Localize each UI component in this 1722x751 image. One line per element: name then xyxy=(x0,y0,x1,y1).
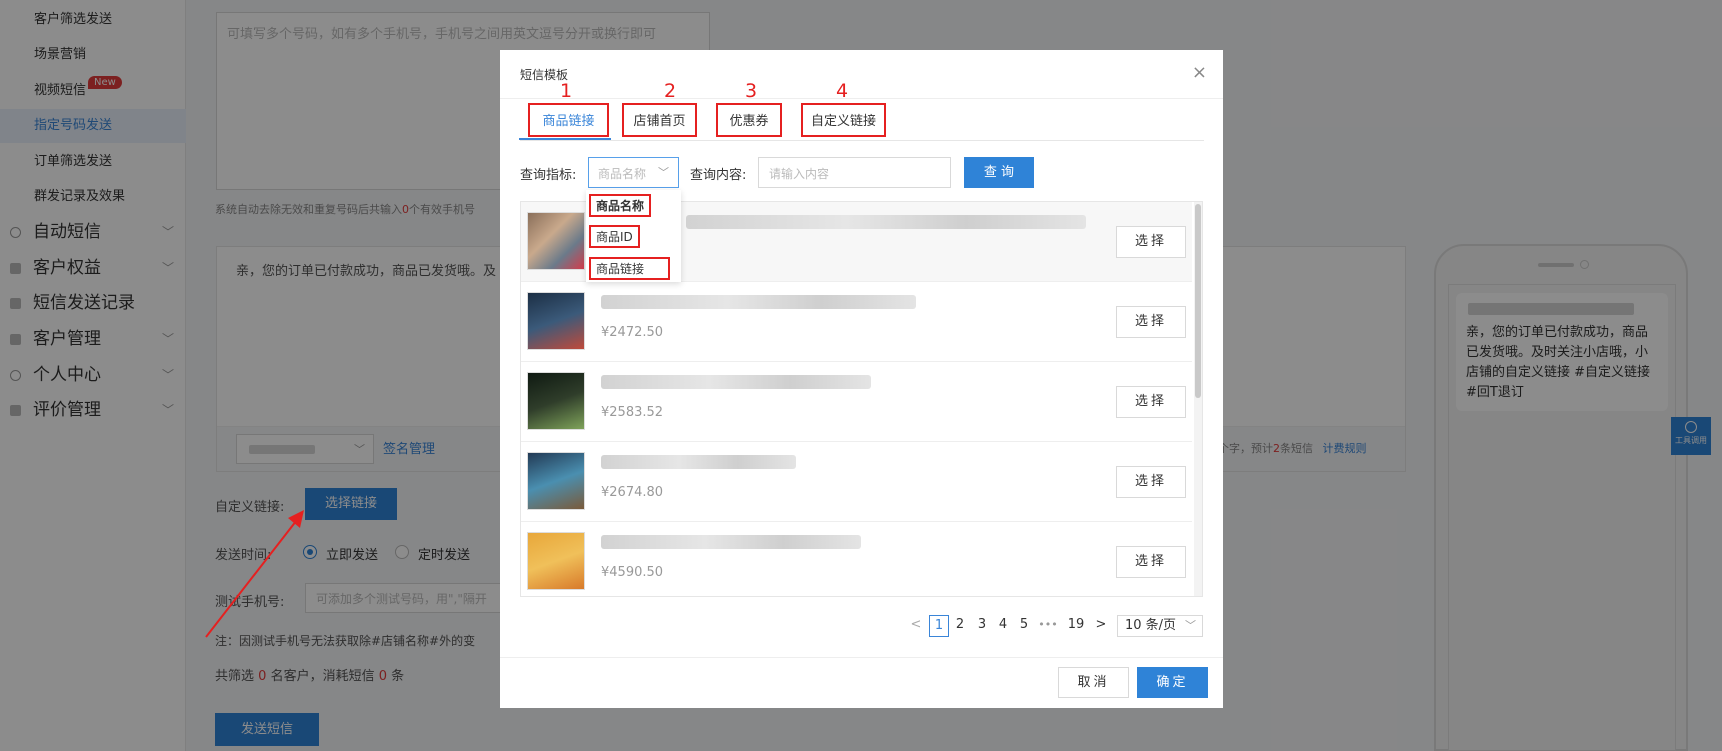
annotation-number: 3 xyxy=(745,80,758,102)
page-ellipsis[interactable]: ••• xyxy=(1036,615,1060,637)
prev-page-icon[interactable]: < xyxy=(910,615,922,637)
next-page-icon[interactable]: > xyxy=(1095,615,1107,637)
annotation-number: 4 xyxy=(836,80,849,102)
select-button[interactable]: 选择 xyxy=(1116,306,1186,338)
select-button[interactable]: 选择 xyxy=(1116,386,1186,418)
query-content-label: 查询内容: xyxy=(690,168,747,183)
blurred-product-name xyxy=(601,295,916,309)
scrollbar-thumb[interactable] xyxy=(1195,204,1201,398)
tab-coupon[interactable]: 优惠券 xyxy=(716,103,782,137)
product-thumbnail xyxy=(527,452,585,510)
active-tab-indicator xyxy=(519,138,611,140)
page-19[interactable]: 19 xyxy=(1065,615,1087,637)
tabs-divider xyxy=(520,140,1204,141)
product-thumbnail xyxy=(527,372,585,430)
product-price: ¥4590.50 xyxy=(601,565,664,580)
blurred-product-name xyxy=(601,375,871,389)
list-scrollbar[interactable] xyxy=(1194,202,1202,596)
blurred-product-name xyxy=(601,455,796,469)
tab-custom-link[interactable]: 自定义链接 xyxy=(801,103,886,137)
dropdown-option-product-link[interactable]: 商品链接 xyxy=(589,257,670,280)
list-item: ¥2583.52 选择 xyxy=(521,362,1192,442)
cancel-button[interactable]: 取消 xyxy=(1058,667,1129,698)
sms-template-modal: 短信模板 × 1 2 3 4 商品链接 店铺首页 优惠券 自定义链接 查询指标:… xyxy=(500,50,1223,708)
page-4[interactable]: 4 xyxy=(995,615,1011,637)
list-item: ¥4590.50 选择 xyxy=(521,522,1192,596)
query-label: 查询指标: xyxy=(520,168,577,183)
annotation-number: 2 xyxy=(664,80,677,102)
list-item: ¥2674.80 选择 xyxy=(521,442,1192,522)
blurred-product-name xyxy=(686,215,1086,229)
page-1[interactable]: 1 xyxy=(929,615,949,637)
query-button[interactable]: 查 询 xyxy=(964,157,1034,188)
tab-shop-home[interactable]: 店铺首页 xyxy=(622,103,697,137)
product-thumbnail xyxy=(527,532,585,590)
blurred-product-name xyxy=(601,535,861,549)
divider xyxy=(500,657,1223,658)
product-price: ¥2472.50 xyxy=(601,325,664,340)
tab-product-link[interactable]: 商品链接 xyxy=(528,103,609,137)
query-field-dropdown: 商品名称 商品ID 商品链接 xyxy=(586,190,681,282)
page-5[interactable]: 5 xyxy=(1016,615,1032,637)
select-button[interactable]: 选择 xyxy=(1116,466,1186,498)
product-thumbnail xyxy=(527,292,585,350)
product-price: ¥2674.80 xyxy=(601,485,664,500)
page-size-select[interactable]: 10 条/页 ﹀ xyxy=(1117,615,1203,637)
page-2[interactable]: 2 xyxy=(952,615,968,637)
annotation-arrow xyxy=(205,510,304,638)
close-icon[interactable]: × xyxy=(1192,62,1207,83)
chevron-down-icon: ﹀ xyxy=(1185,619,1196,632)
query-field-select[interactable]: 商品名称 ﹀ xyxy=(588,157,679,188)
annotation-number: 1 xyxy=(560,80,573,102)
product-thumbnail xyxy=(527,212,585,270)
product-price: ¥2583.52 xyxy=(601,405,664,420)
select-button[interactable]: 选择 xyxy=(1116,226,1186,258)
chevron-down-icon: ﹀ xyxy=(658,166,669,179)
list-item: ¥2472.50 选择 xyxy=(521,282,1192,362)
select-button[interactable]: 选择 xyxy=(1116,546,1186,578)
dropdown-option-product-id[interactable]: 商品ID xyxy=(589,225,640,248)
query-content-input[interactable]: 请输入内容 xyxy=(758,157,951,188)
divider xyxy=(500,98,1223,99)
dropdown-option-product-name[interactable]: 商品名称 xyxy=(589,194,652,217)
page-3[interactable]: 3 xyxy=(974,615,990,637)
confirm-button[interactable]: 确定 xyxy=(1137,667,1208,698)
